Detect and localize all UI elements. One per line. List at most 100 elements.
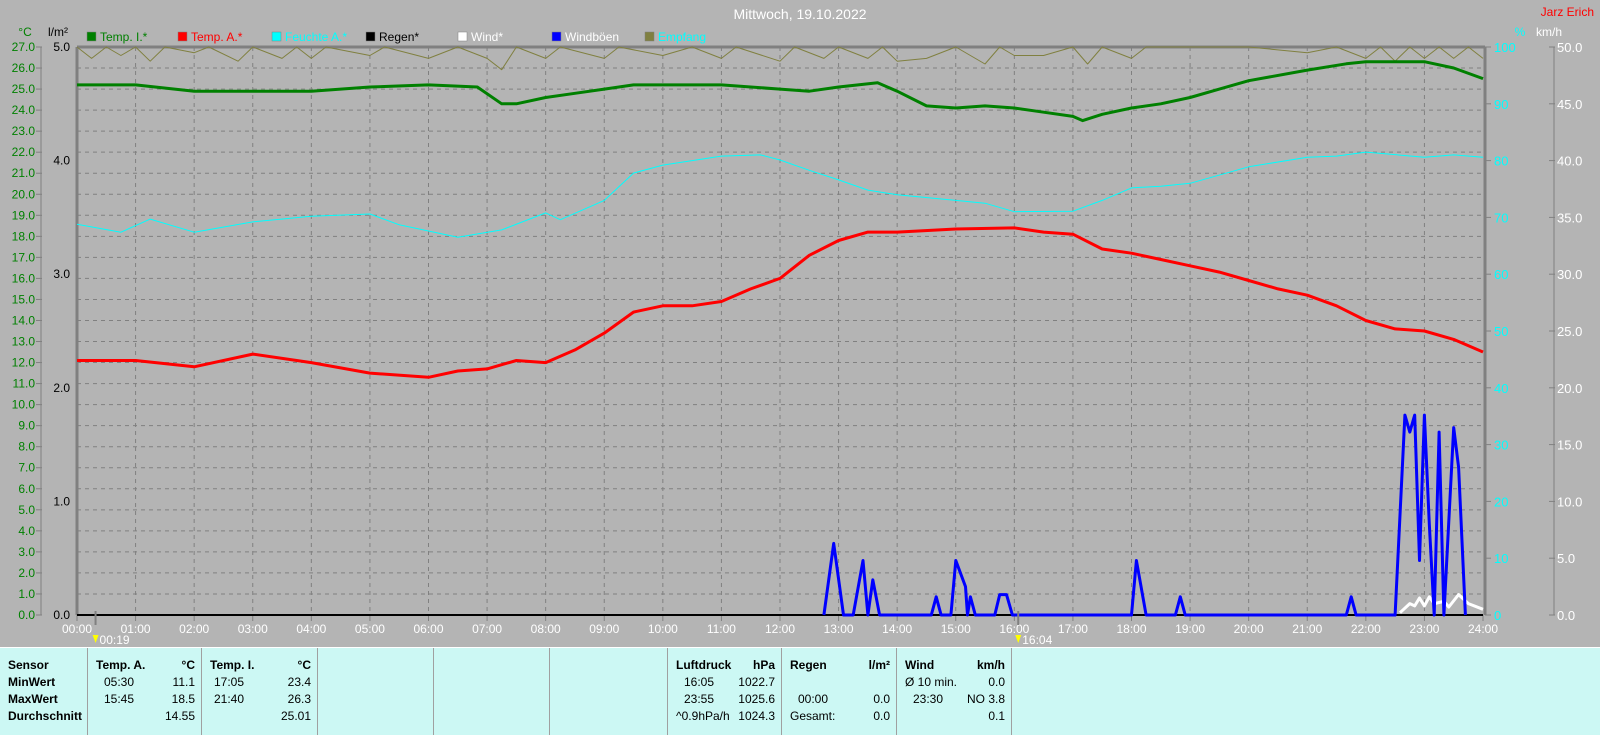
rain-axis-label: 2.0 <box>53 381 70 395</box>
trend: ^0.9hPa/h <box>676 709 730 723</box>
x-axis-label: 06:00 <box>413 622 443 636</box>
x-axis-label: 17:00 <box>1058 622 1088 636</box>
temp-axis-label: 17.0 <box>12 250 36 264</box>
min-time: 17:05 <box>214 675 245 689</box>
humidity-axis-unit: % <box>1515 25 1526 39</box>
header: Wind <box>905 658 935 672</box>
x-axis-label: 03:00 <box>238 622 268 636</box>
time-marker-label: 16:04 <box>1022 633 1052 647</box>
temp-axis-label: 9.0 <box>18 419 35 433</box>
avg-label: Ø 10 min. <box>905 675 958 689</box>
humidity-axis-label: 10 <box>1494 551 1508 566</box>
header: Regen <box>790 658 827 672</box>
wind-axis-label: 45.0 <box>1557 97 1582 112</box>
temp-axis-label: 10.0 <box>12 398 36 412</box>
max-time: 23:30 <box>913 692 944 706</box>
stats-panel: Sensor MinWert MaxWert Durchschnitt Temp… <box>0 647 1600 735</box>
unit: km/h <box>976 658 1005 672</box>
temp-axis-label: 18.0 <box>12 229 36 243</box>
legend-label: Windböen <box>565 30 619 44</box>
rain-axis-unit: l/m² <box>48 25 68 39</box>
temp-axis-label: 16.0 <box>12 271 36 285</box>
stats-col-luftdruck: Luftdruck hPa 16:05 1022.7 23:55 1025.6 ^0.… <box>668 648 782 735</box>
avg-value: 0.0 <box>988 675 1005 689</box>
x-axis-label: 24:00 <box>1468 622 1498 636</box>
temp-axis-label: 5.0 <box>18 503 35 517</box>
x-axis-label: 18:00 <box>1116 622 1146 636</box>
temp-axis-label: 4.0 <box>18 524 35 538</box>
humidity-axis-label: 0 <box>1494 608 1501 623</box>
humidity-axis-label: 60 <box>1494 267 1508 282</box>
weather-chart: 0.0 1.0 2.0 3.0 4.0 5.0 6.0 7.0 8.0 9.0 10.0 11.0 12… <box>12 25 1583 647</box>
temp-axis-label: 15.0 <box>12 292 36 306</box>
x-axis-label: 07:00 <box>472 622 502 636</box>
humidity-axis-label: 80 <box>1494 154 1508 169</box>
wind-axis-unit: km/h <box>1536 25 1562 39</box>
stats-col-temp-i: Temp. I. °C 17:05 23.4 21:40 26.3 25.01 <box>202 648 318 735</box>
x-axis-label: 11:00 <box>707 622 736 636</box>
x-axis-label: 10:00 <box>648 622 678 636</box>
temp-axis-label: 6.0 <box>18 482 35 496</box>
wind-axis-label: 40.0 <box>1557 154 1582 169</box>
x-axis-label: 23:00 <box>1409 622 1439 636</box>
temp-axis-label: 26.0 <box>12 61 36 75</box>
x-axis-label: 04:00 <box>296 622 326 636</box>
mean-value: 0.1 <box>988 709 1005 723</box>
legend-label: Temp. I.* <box>100 30 148 44</box>
legend-swatch <box>177 31 188 42</box>
header: Luftdruck <box>676 658 732 672</box>
x-axis-label: 08:00 <box>531 622 561 636</box>
chart-title: Mittwoch, 19.10.2022 <box>733 6 867 22</box>
temp-axis-label: 2.0 <box>18 566 35 580</box>
total-value: 0.0 <box>873 709 890 723</box>
humidity-axis-label: 40 <box>1494 381 1508 396</box>
moon-phase-icon <box>1015 635 1022 643</box>
temp-axis-label: 27.0 <box>12 40 36 54</box>
stats-col-temp-a: Temp. A. °C 05:30 11.1 15:45 18.5 14.55 <box>88 648 202 735</box>
legend-swatch <box>365 31 376 42</box>
legend-swatch <box>86 31 97 42</box>
wind-axis-label: 20.0 <box>1557 381 1582 396</box>
temp-axis-label: 13.0 <box>12 335 36 349</box>
min-value: 11.1 <box>172 675 195 689</box>
label: MinWert <box>8 675 56 689</box>
x-axis-label: 13:00 <box>824 622 854 636</box>
owner-name: Jarz Erich <box>1540 5 1594 19</box>
temp-axis-label: 14.0 <box>12 313 36 327</box>
humidity-axis-label: 20 <box>1494 494 1508 509</box>
rain-axis-label: 0.0 <box>53 608 70 622</box>
temp-axis-label: 22.0 <box>12 145 36 159</box>
x-axis-label: 21:00 <box>1292 622 1322 636</box>
x-axis-label: 15:00 <box>941 622 971 636</box>
series-line-wind <box>1398 593 1484 614</box>
temp-axis-unit: °C <box>18 25 32 39</box>
label: Sensor <box>8 658 49 672</box>
stats-col-sensor: Sensor MinWert MaxWert Durchschnitt <box>0 648 88 735</box>
series-line-windböen <box>822 413 1467 617</box>
max-time: 15:45 <box>104 692 135 706</box>
temp-axis-label: 19.0 <box>12 208 36 222</box>
stats-col-empty <box>318 648 434 735</box>
wind-axis-label: 30.0 <box>1557 267 1582 282</box>
temp-axis-label: 7.0 <box>18 461 35 475</box>
max-time: 23:55 <box>684 692 715 706</box>
wind-axis-label: 50.0 <box>1557 40 1582 55</box>
min-time: 16:05 <box>684 675 715 689</box>
legend-swatch <box>457 31 468 42</box>
temp-axis-label: 23.0 <box>12 124 36 138</box>
x-axis-label: 12:00 <box>765 622 795 636</box>
temp-axis-label: 24.0 <box>12 103 36 117</box>
wind-axis-label: 35.0 <box>1557 210 1582 225</box>
legend-swatch <box>271 31 282 42</box>
humidity-axis-label: 90 <box>1494 97 1508 112</box>
unit: hPa <box>752 658 775 672</box>
humidity-axis-label: 50 <box>1494 324 1508 339</box>
avg-value: 25.01 <box>280 709 311 723</box>
moon-phase-icon <box>92 635 99 643</box>
wind-axis-label: 5.0 <box>1557 551 1575 566</box>
min-time: 05:30 <box>104 675 135 689</box>
humidity-axis-label: 30 <box>1494 438 1508 453</box>
wind-axis-label: 15.0 <box>1557 438 1582 453</box>
temp-axis-label: 21.0 <box>12 166 36 180</box>
temp-axis-label: 20.0 <box>12 187 36 201</box>
